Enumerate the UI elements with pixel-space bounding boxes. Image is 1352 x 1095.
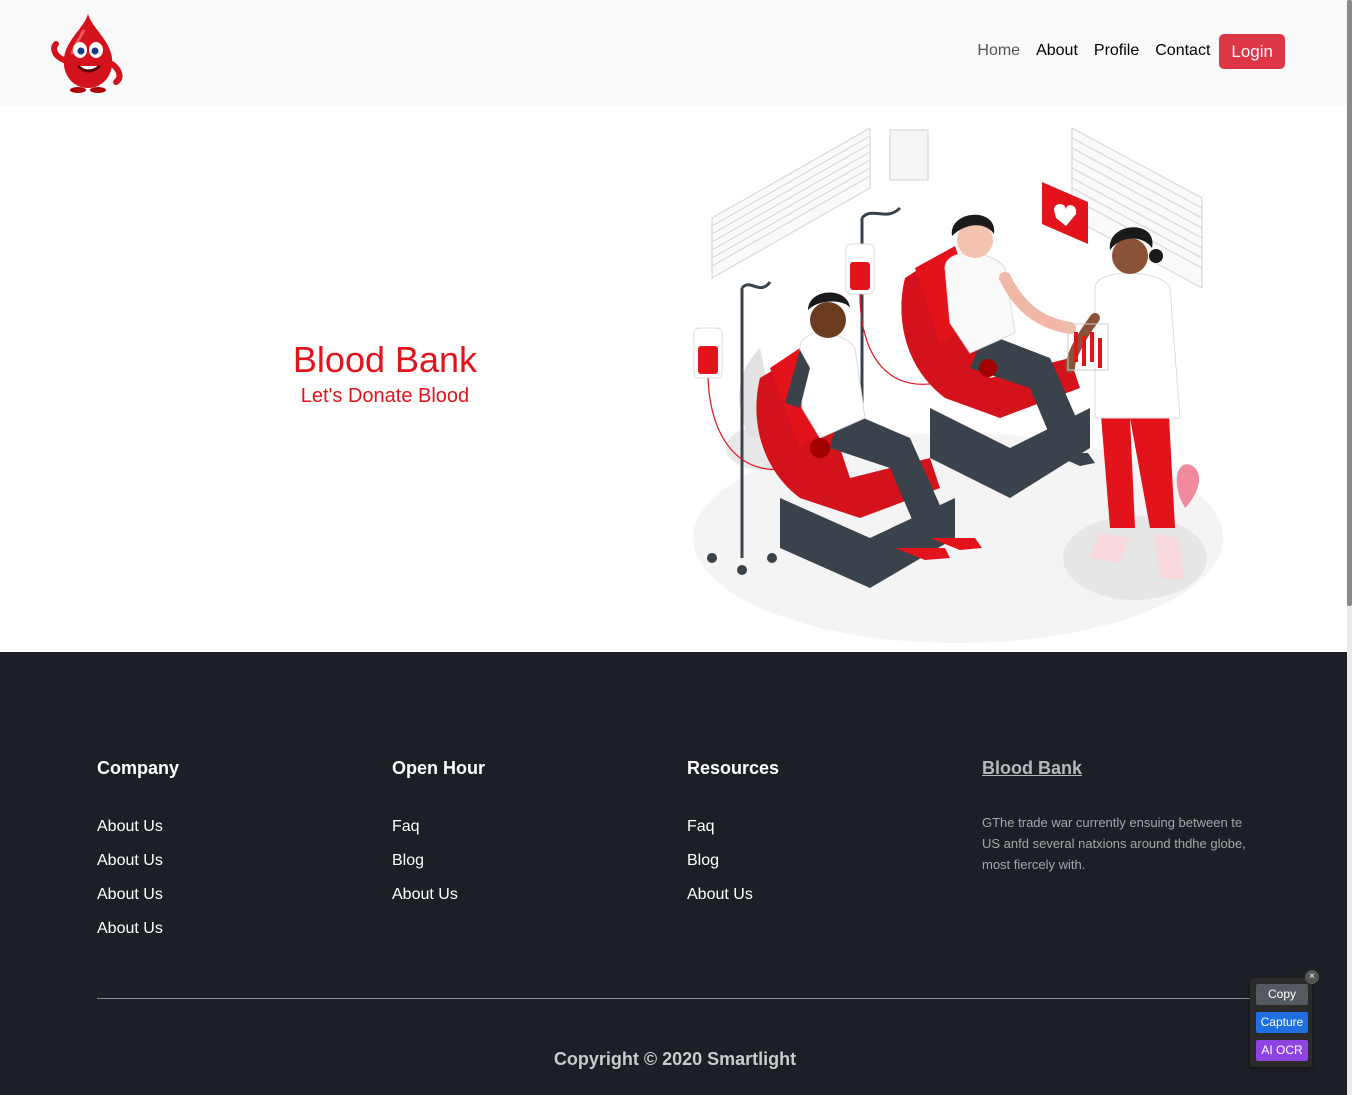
- nav-links: Home About Profile Contact Login: [961, 33, 1285, 69]
- footer-link[interactable]: Faq: [392, 816, 485, 838]
- footer-link[interactable]: About Us: [97, 918, 179, 940]
- nav-about-link[interactable]: About: [1036, 42, 1078, 60]
- footer-col-title: Company: [97, 758, 180, 778]
- ocr-widget: Copy Capture AI OCR: [1250, 978, 1312, 1067]
- ai-ocr-button[interactable]: AI OCR: [1256, 1040, 1308, 1061]
- footer-link[interactable]: Blog: [392, 850, 485, 872]
- footer-col-company: Company About Us About Us About Us About…: [97, 756, 179, 952]
- footer-link[interactable]: Blog: [687, 850, 779, 872]
- footer-link[interactable]: About Us: [97, 884, 179, 906]
- navbar: Home About Profile Contact Login: [0, 0, 1347, 106]
- scrollbar-thumb[interactable]: [1347, 0, 1352, 606]
- footer-link[interactable]: About Us: [97, 850, 179, 872]
- footer-col-open-hour: Open Hour Faq Blog About Us: [392, 756, 485, 918]
- hero-subtitle: Let's Donate Blood: [300, 385, 470, 407]
- blood-drop-logo[interactable]: [44, 10, 128, 94]
- footer-link[interactable]: About Us: [392, 884, 485, 906]
- blood-donation-illustration: [693, 126, 1223, 643]
- close-icon[interactable]: ×: [1305, 970, 1319, 984]
- footer-brand-link[interactable]: Blood Bank: [982, 756, 1250, 780]
- footer-col-brand: Blood Bank GThe trade war currently ensu…: [982, 756, 1250, 875]
- footer-col-resources: Resources Faq Blog About Us: [687, 756, 779, 918]
- capture-button[interactable]: Capture: [1256, 1012, 1308, 1033]
- footer-link[interactable]: About Us: [97, 816, 179, 838]
- footer-divider: [97, 998, 1252, 999]
- copyright-text: Copyright © 2020 Smartlight: [553, 1049, 797, 1069]
- hero-title: Blood Bank: [292, 339, 478, 380]
- footer-link[interactable]: About Us: [687, 884, 779, 906]
- footer-link[interactable]: Faq: [687, 816, 779, 838]
- footer-col-title: Open Hour: [392, 758, 485, 778]
- nav-home-link[interactable]: Home: [977, 42, 1020, 60]
- copy-button[interactable]: Copy: [1256, 984, 1308, 1005]
- login-button[interactable]: Login: [1219, 33, 1285, 69]
- nav-profile-link[interactable]: Profile: [1094, 42, 1139, 60]
- nav-contact-link[interactable]: Contact: [1155, 42, 1210, 60]
- footer: Company About Us About Us About Us About…: [0, 652, 1347, 1095]
- footer-col-title: Resources: [687, 758, 780, 778]
- page-scrollbar[interactable]: [1347, 0, 1352, 1095]
- footer-brand-text: GThe trade war currently ensuing between…: [982, 815, 1246, 872]
- hero-text: Blood Bank Let's Donate Blood: [250, 338, 520, 408]
